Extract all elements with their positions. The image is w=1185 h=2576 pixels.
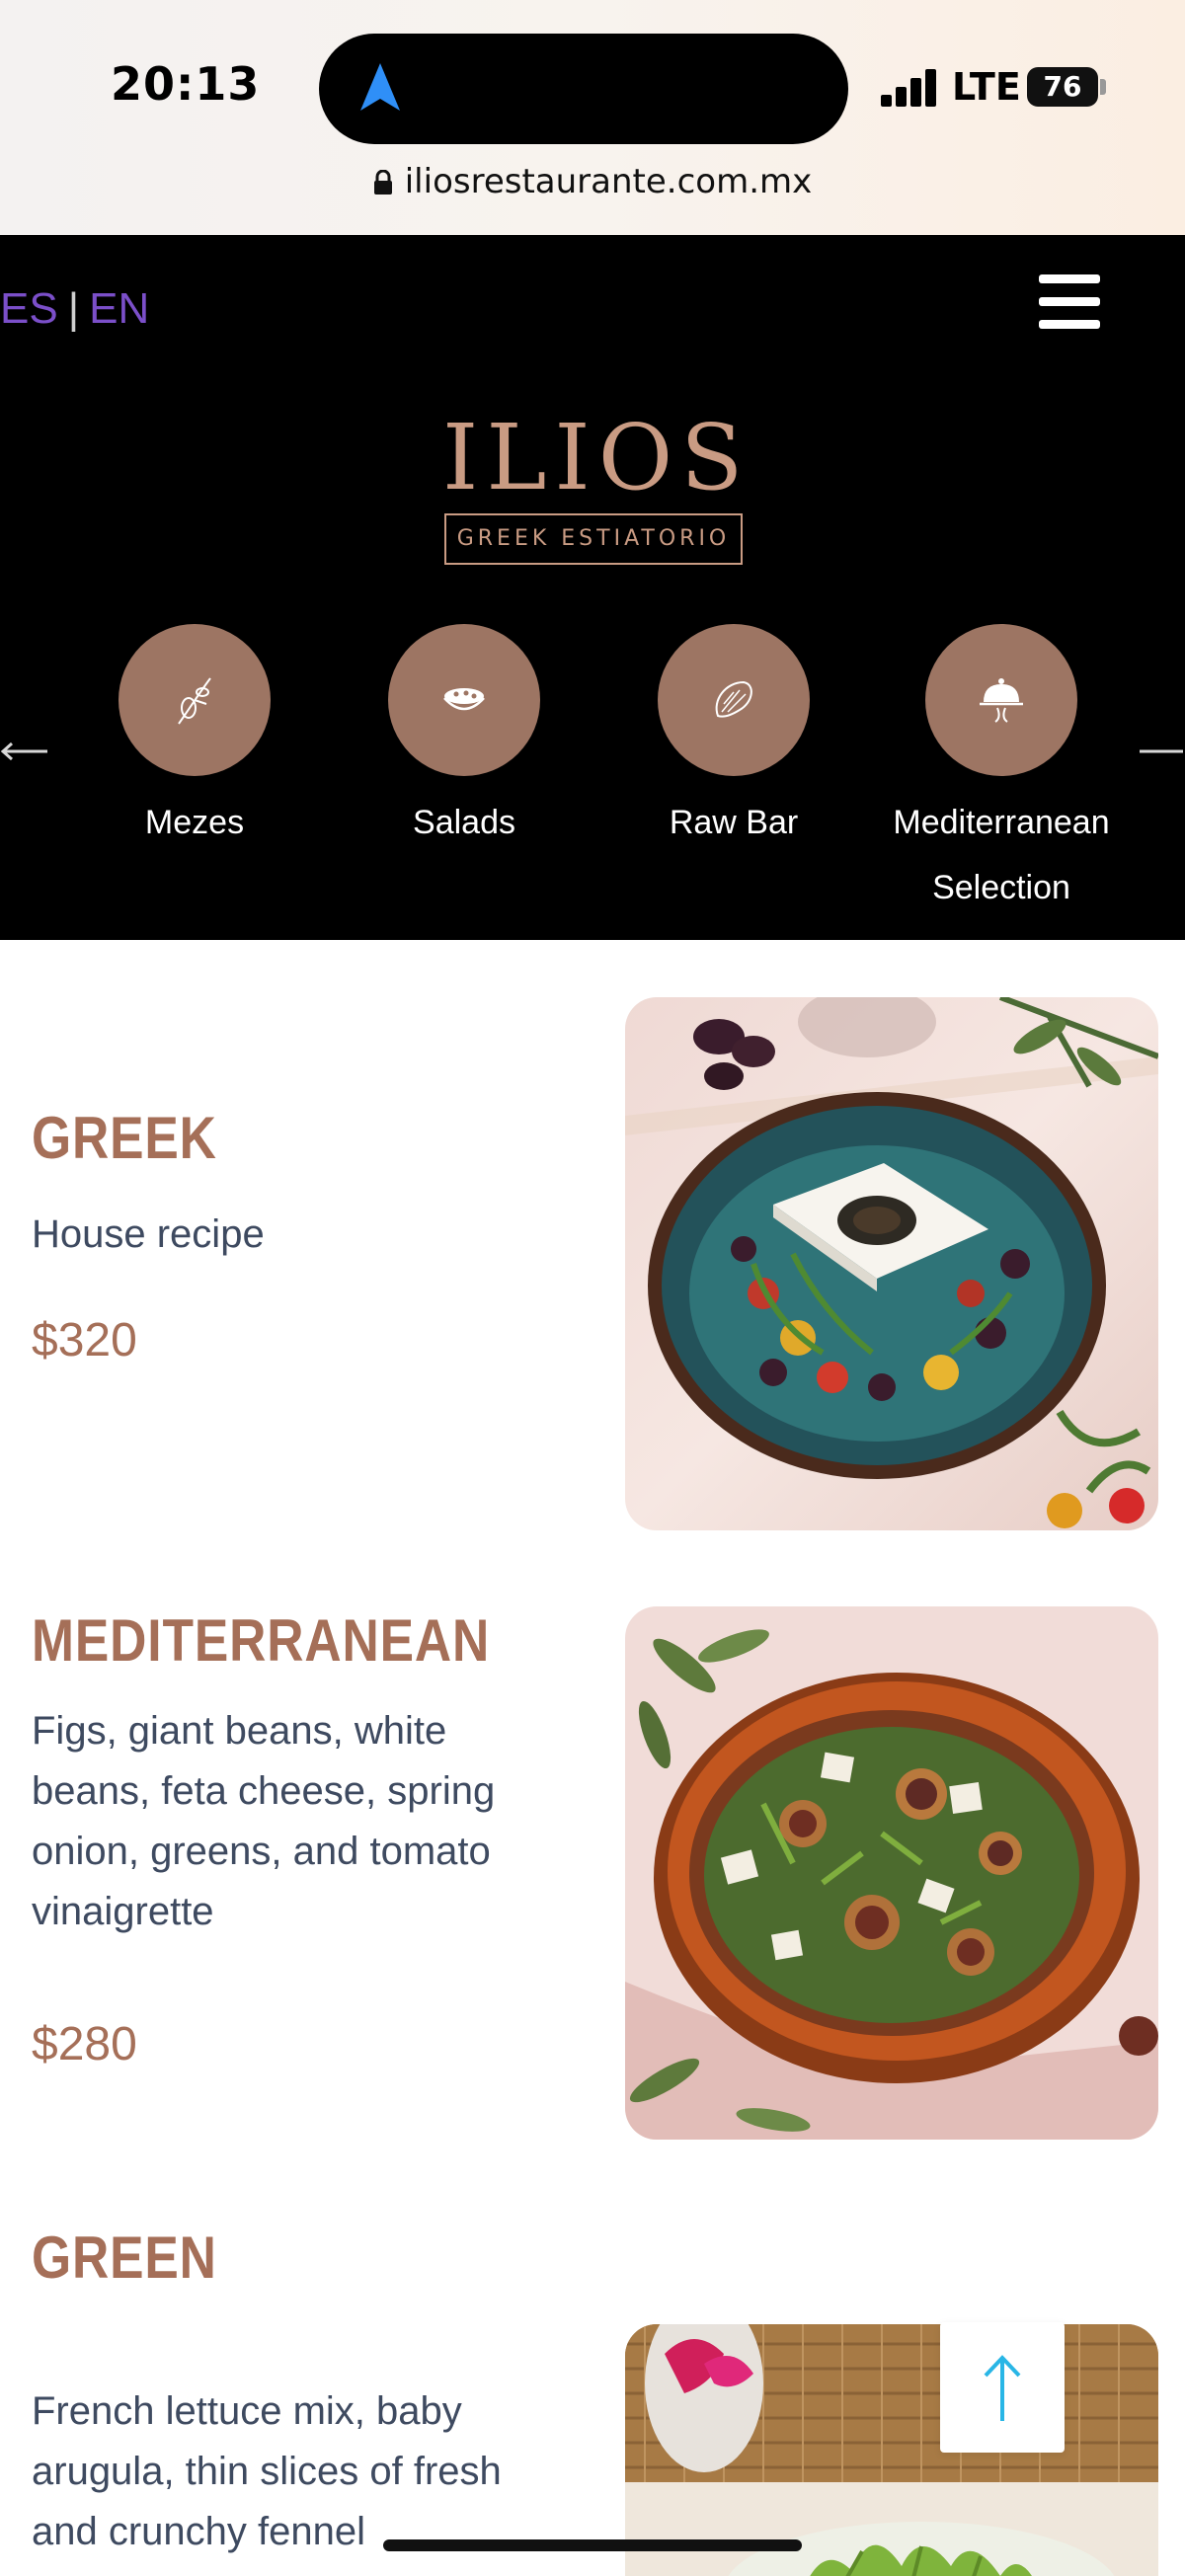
carousel-next-arrow-icon[interactable] bbox=[1138, 741, 1185, 762]
oyster-icon bbox=[715, 680, 752, 718]
category-label: Mezes bbox=[144, 804, 245, 841]
lang-separator: | bbox=[67, 284, 80, 333]
language-switcher: ES | EN bbox=[0, 284, 149, 334]
category-circle bbox=[658, 624, 810, 776]
category-raw-bar[interactable]: Raw Bar bbox=[615, 624, 852, 855]
item-title: GREEK bbox=[32, 1105, 217, 1171]
logo-subtitle: GREEK ESTIATORIO bbox=[444, 513, 743, 565]
item-title: GREEN bbox=[32, 2225, 217, 2291]
signal-icon bbox=[881, 67, 940, 107]
scroll-to-top-button[interactable] bbox=[940, 2322, 1065, 2453]
item-price: $320 bbox=[32, 1314, 137, 1366]
carousel-prev-arrow-icon[interactable] bbox=[0, 741, 49, 762]
item-price: $280 bbox=[32, 2018, 137, 2070]
greek-salad-photo bbox=[625, 997, 1158, 1530]
home-indicator[interactable] bbox=[383, 2539, 802, 2551]
battery-icon: 76 bbox=[1027, 67, 1098, 107]
ilios-logo[interactable]: ILIOS GREEK ESTIATORIO bbox=[442, 409, 745, 565]
status-time: 20:13 bbox=[111, 57, 261, 111]
status-bar: 20:13 LTE 76 iliosrestaurante.com.mx bbox=[0, 0, 1185, 235]
cloche-icon bbox=[980, 678, 1023, 723]
dynamic-island bbox=[319, 34, 848, 144]
url-text: iliosrestaurante.com.mx bbox=[404, 162, 813, 201]
category-label: Raw Bar bbox=[669, 804, 799, 841]
item-description: House recipe bbox=[32, 1212, 265, 1256]
navigation-arrow-icon bbox=[360, 63, 400, 111]
address-bar[interactable]: iliosrestaurante.com.mx bbox=[0, 162, 1185, 201]
lock-icon bbox=[373, 170, 392, 195]
logo-wordmark: ILIOS bbox=[442, 405, 751, 510]
site-header: ES | EN ILIOS GREEK ESTIATORIO Mezes Sal… bbox=[0, 235, 1185, 940]
category-mediterranean-selection[interactable]: Mediterranean Selection bbox=[883, 624, 1120, 920]
green-salad-photo bbox=[625, 2324, 1158, 2576]
lang-en-link[interactable]: EN bbox=[89, 284, 149, 333]
salad-bowl-icon bbox=[443, 688, 485, 711]
category-circle bbox=[925, 624, 1077, 776]
hamburger-menu-icon[interactable] bbox=[1039, 274, 1100, 330]
item-description: French lettuce mix, baby arugula, thin s… bbox=[32, 2389, 502, 2553]
battery-tip bbox=[1100, 79, 1106, 95]
item-title: MEDITERRANEAN bbox=[32, 1607, 491, 1674]
category-label: Salads bbox=[413, 804, 515, 841]
arrow-up-icon bbox=[984, 2355, 1021, 2421]
olive-branch-icon bbox=[178, 677, 211, 725]
category-circle bbox=[388, 624, 540, 776]
category-label: Mediterranean Selection bbox=[893, 804, 1110, 906]
category-circle bbox=[118, 624, 271, 776]
category-mezes[interactable]: Mezes bbox=[76, 624, 313, 855]
network-type: LTE bbox=[952, 65, 1021, 109]
item-description: Figs, giant beans, white beans, feta che… bbox=[32, 1709, 496, 1933]
category-salads[interactable]: Salads bbox=[346, 624, 583, 855]
lang-es-link[interactable]: ES bbox=[0, 284, 58, 333]
mediterranean-salad-photo bbox=[625, 1606, 1158, 2140]
